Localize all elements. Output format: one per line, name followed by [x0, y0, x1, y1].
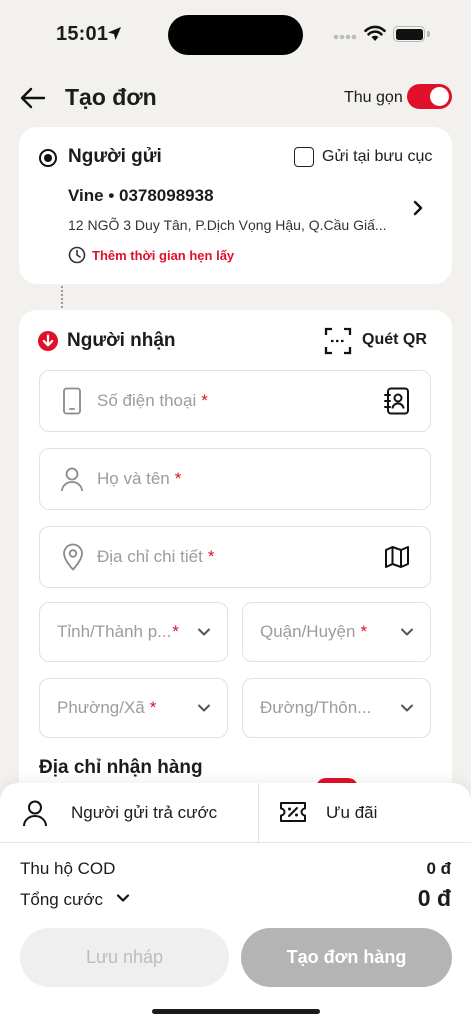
- back-button[interactable]: [18, 84, 48, 112]
- sender-name-phone: Vine • 0378098938: [68, 186, 214, 205]
- receiver-card: Người nhận Quét QR Số điện thoại * Họ và …: [19, 310, 452, 830]
- full-name-placeholder: Họ và tên: [97, 469, 170, 488]
- ward-placeholder: Phường/Xã: [57, 698, 145, 717]
- person-icon: [23, 800, 47, 827]
- order-summary-sheet: Người gửi trả cước Ưu đãi Thu hộ COD 0 đ…: [0, 783, 471, 1024]
- dynamic-island: [168, 15, 303, 55]
- page-title: Tạo đơn: [65, 84, 157, 110]
- status-bar: 15:01: [0, 0, 471, 70]
- province-select[interactable]: Tỉnh/Thành p...*: [39, 602, 228, 662]
- back-arrow-icon: [20, 87, 46, 109]
- chevron-down-icon: [198, 628, 210, 636]
- sender-title: Người gửi: [68, 146, 162, 167]
- required-mark: *: [149, 698, 157, 717]
- create-order-button[interactable]: Tạo đơn hàng: [241, 928, 452, 987]
- sender-card[interactable]: Người gửi Gửi tại bưu cục Vine • 0378098…: [19, 127, 452, 284]
- map-icon[interactable]: [384, 545, 410, 569]
- collapse-label: Thu gọn: [344, 89, 403, 106]
- total-fee-value: 0 đ: [417, 885, 451, 911]
- scan-qr-button[interactable]: Quét QR: [362, 331, 427, 349]
- connector-line: [61, 286, 63, 308]
- battery-icon: [393, 26, 425, 42]
- phone-placeholder: Số điện thoại: [97, 391, 197, 410]
- delivery-address-heading: Địa chỉ nhận hàng: [39, 757, 203, 778]
- sender-radio-icon: [39, 149, 57, 167]
- voucher-icon: [280, 802, 306, 822]
- clock-icon: [68, 246, 86, 264]
- cellular-signal-icon: [333, 34, 357, 40]
- divider: [258, 783, 259, 843]
- cod-label: Thu hộ COD: [20, 859, 116, 878]
- street-placeholder: Đường/Thôn...: [260, 698, 372, 717]
- qr-scan-icon[interactable]: [324, 327, 352, 355]
- cod-value: 0 đ: [426, 859, 451, 878]
- street-select[interactable]: Đường/Thôn...: [242, 678, 431, 738]
- promo-button[interactable]: Ưu đãi: [326, 803, 377, 823]
- chevron-down-icon: [401, 704, 413, 712]
- receiver-title: Người nhận: [67, 330, 176, 351]
- address-placeholder: Địa chỉ chi tiết: [97, 547, 203, 566]
- province-placeholder: Tỉnh/Thành p...: [57, 622, 172, 641]
- save-draft-button[interactable]: Lưu nháp: [20, 928, 229, 987]
- toggle-knob: [430, 87, 449, 106]
- home-indicator: [152, 1009, 320, 1014]
- total-fee-label[interactable]: Tổng cước: [20, 890, 103, 910]
- chevron-down-icon[interactable]: [116, 893, 130, 903]
- address-field[interactable]: Địa chỉ chi tiết *: [39, 526, 431, 588]
- person-icon: [61, 467, 83, 492]
- ward-select[interactable]: Phường/Xã *: [39, 678, 228, 738]
- district-select[interactable]: Quận/Huyện *: [242, 602, 431, 662]
- phone-field[interactable]: Số điện thoại *: [39, 370, 431, 432]
- required-mark: *: [207, 547, 215, 566]
- battery-tip: [427, 31, 430, 37]
- status-time: 15:01: [56, 23, 109, 45]
- required-mark: *: [172, 622, 179, 641]
- add-pickup-time-link[interactable]: Thêm thời gian hẹn lấy: [92, 248, 234, 263]
- wifi-icon: [364, 25, 386, 41]
- option-row: Người gửi trả cước Ưu đãi: [0, 783, 471, 843]
- required-mark: *: [174, 469, 182, 488]
- arrow-down-circle-icon: [38, 331, 58, 351]
- phone-icon: [63, 387, 81, 415]
- post-office-checkbox[interactable]: [294, 147, 314, 167]
- sender-address: 12 NGÕ 3 Duy Tân, P.Dịch Vọng Hậu, Q.Cầu…: [68, 217, 387, 233]
- full-name-field[interactable]: Họ và tên *: [39, 448, 431, 510]
- post-office-label[interactable]: Gửi tại bưu cục: [322, 148, 432, 166]
- fee-payer-selector[interactable]: Người gửi trả cước: [71, 803, 217, 823]
- required-mark: *: [360, 622, 368, 641]
- required-mark: *: [201, 391, 208, 410]
- district-placeholder: Quận/Huyện: [260, 622, 356, 641]
- chevron-down-icon: [401, 628, 413, 636]
- map-pin-icon: [63, 543, 83, 571]
- contact-book-icon[interactable]: [384, 387, 410, 415]
- collapse-toggle[interactable]: [407, 84, 452, 109]
- location-arrow-icon: [108, 27, 121, 40]
- chevron-right-icon[interactable]: [411, 200, 425, 216]
- chevron-down-icon: [198, 704, 210, 712]
